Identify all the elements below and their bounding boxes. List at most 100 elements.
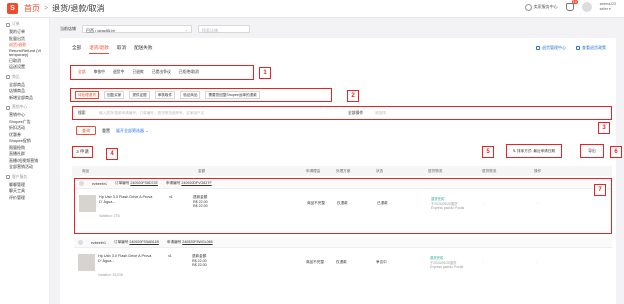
sidebar-group-products: 商品 全部商品 店铺商品 新增全部商品: [6, 75, 49, 102]
status-returning[interactable]: 退货中: [113, 70, 124, 75]
expand-filters-button[interactable]: 展开全部筛选器 ⌄: [116, 128, 148, 134]
policy-icon: [576, 46, 580, 50]
buyer-avatar: [78, 240, 83, 245]
chevron-down-icon: ⌄: [184, 27, 188, 32]
search-input[interactable]: 输入退货/退款申请编号、订单编号、退货物流追踪号、买家用户名: [97, 110, 269, 117]
annotation-label-3: 3: [598, 122, 610, 134]
bell-icon[interactable]: 19: [565, 0, 578, 11]
order-number-link[interactable]: 240920FS5AB11B: [129, 240, 159, 244]
col-amount: 金额: [198, 169, 206, 173]
action-review-pickup[interactable]: 审核取件: [154, 90, 176, 100]
return-center-link[interactable]: 退货管理中心: [536, 45, 566, 51]
shipping-cell: 退货完成 于2024/09/20退货 Express padrão Postal: [430, 256, 464, 270]
annotation-label-2: 2: [347, 90, 359, 102]
breadcrumb: 首页 > 退货/退款/取消: [24, 3, 105, 14]
sidebar-item-add-products[interactable]: 新增全部商品: [9, 95, 49, 102]
search-filter-bar: 搜索 输入退货/退款申请编号、订单编号、退货物流追踪号、买家用户名 全部操作 请…: [72, 106, 612, 120]
col-return-shipping-2: 退货物流: [482, 169, 497, 173]
product-name[interactable]: Hp Usb 3.0 Flash Drive A Prova D' Água..…: [99, 195, 155, 205]
breadcrumb-separator: >: [44, 5, 49, 12]
order-header: ezbeebr1 订单编号 240920FS5AB11B 申请编号 240920…: [74, 238, 612, 248]
action-provide-evidence[interactable]: 提供证据: [129, 90, 150, 100]
action-pending[interactable]: 待处理退货: [75, 90, 99, 100]
tab-return-refund[interactable]: 退货/退款: [89, 45, 109, 54]
status-cell: 已退款: [377, 201, 388, 205]
shop-search-input[interactable]: 搜索店铺: [198, 25, 250, 33]
status-reviewing[interactable]: 审核中: [94, 70, 105, 75]
status-all[interactable]: 全部: [78, 70, 86, 75]
tab-all[interactable]: 全部: [72, 45, 81, 54]
shop-select[interactable]: 巴西 / cirac55.br ⌄: [82, 25, 192, 33]
product-thumbnail[interactable]: [78, 254, 95, 271]
status-filter-bar: 全部 审核中 退货中 已退款 已提出争议 已拒绝/取消: [70, 65, 254, 80]
orders-icon: [6, 22, 10, 27]
type-label: 全部操作: [348, 110, 364, 115]
action-shopee-reply[interactable]: 需要您回复Shopee运单的退款: [205, 90, 260, 100]
buyer-name[interactable]: ezbeebr1: [91, 241, 106, 245]
col-solution: 处理方案: [336, 169, 351, 173]
shop-label: 当前店铺: [60, 26, 76, 31]
tab-cancel[interactable]: 取消: [117, 45, 126, 54]
shop-selector-row: 当前店铺 巴西 / cirac55.br ⌄ 搜索店铺: [60, 22, 620, 36]
table-row: ezbeebr1 订单编号 240920FS8D72E 申请编号 240920D…: [74, 178, 612, 234]
request-number-link[interactable]: 240920DFVG83TF: [181, 181, 211, 185]
sidebar-item-return-vi[interactable]: Return/Refund (VI temporary): [9, 48, 49, 58]
reason-cell: 商品不完整: [306, 260, 324, 264]
request-number-link[interactable]: 240920F5WGL065: [182, 240, 212, 244]
doc-icon: [536, 46, 540, 50]
tab-delivery-failed[interactable]: 配送失败: [134, 45, 152, 54]
breadcrumb-current: 退货/退款/取消: [52, 4, 105, 13]
sidebar-group-title: 营销中心: [6, 105, 49, 110]
action-reply-buyer[interactable]: 回复买家: [103, 90, 125, 100]
solution-cell: 仅退款: [336, 260, 347, 264]
sidebar-item-all-campaigns[interactable]: 全部营销活动: [9, 164, 49, 171]
product-thumbnail[interactable]: [79, 195, 96, 212]
top-bar: S 首页 > 退货/退款/取消 卖家服务中心 19 seema123 selle…: [0, 0, 624, 18]
product-name[interactable]: Hp Usb 3.0 Flash Drive A Prova D' Água..…: [98, 254, 154, 264]
buyer-avatar: [79, 181, 84, 186]
col-return-shipping: 退货物流: [428, 169, 443, 173]
order-number-label: 订单编号: [115, 181, 130, 185]
filter-buttons: 查询 重置 展开全部筛选器 ⌄: [76, 126, 148, 135]
status-disputed[interactable]: 已提出争议: [152, 70, 171, 75]
seller-service-link[interactable]: 卖家服务中心: [524, 3, 558, 11]
request-count: 3 申请: [72, 146, 93, 158]
search-button[interactable]: 查询: [76, 126, 96, 135]
action-verify-item[interactable]: 验证商品: [180, 90, 201, 100]
action-cell: -: [536, 260, 538, 264]
order-header: ezbeebr1 订单编号 240920FS8D72E 申请编号 240920D…: [75, 179, 611, 189]
avatar[interactable]: [581, 2, 592, 12]
marketing-icon: [6, 105, 10, 110]
reset-button[interactable]: 重置: [102, 128, 110, 134]
product-variation: Variation: 512GB: [98, 273, 123, 277]
buyer-name[interactable]: ezbeebr1: [92, 182, 107, 186]
export-button[interactable]: 导出: [580, 144, 604, 158]
status-rejected[interactable]: 已拒绝/取消: [179, 70, 199, 75]
main-tabs: 全部 退货/退款 取消 配送失败: [72, 45, 152, 54]
type-select[interactable]: 请选择: [373, 110, 433, 117]
sort-button[interactable]: ⇅ 排序方式: 最近申请日期: [506, 144, 562, 158]
product-qty: x1: [168, 254, 172, 258]
shopee-logo-icon[interactable]: S: [7, 3, 18, 14]
solution-cell: 仅退款: [337, 201, 348, 205]
annotation-label-6: 6: [610, 146, 622, 158]
request-number-label: 申请编号: [165, 181, 181, 185]
order-body: Hp Usb 3.0 Flash Drive A Prova D' Água..…: [75, 189, 611, 233]
breadcrumb-home[interactable]: 首页: [24, 3, 40, 14]
service-label: 卖家服务中心: [533, 4, 558, 9]
action-filter-bar: 待处理退货 回复买家 提供证据 审核取件 验证商品 需要您回复Shopee运单的…: [70, 88, 332, 102]
top-right-area: 卖家服务中心 19 seema123 seller ▾: [524, 0, 616, 12]
product-variation: Variation: 2TB: [99, 214, 120, 218]
col-product: 商品: [82, 169, 90, 173]
card-links: 退货管理中心 查看退货政策: [536, 45, 606, 51]
order-number-link[interactable]: 240920FS8D72E: [130, 181, 158, 185]
product-qty: x1: [169, 195, 173, 199]
user-menu[interactable]: seema123 seller ▾: [600, 2, 616, 12]
return-policy-link[interactable]: 查看退货政策: [576, 45, 606, 51]
sidebar-item-reviews[interactable]: 评价管理: [9, 195, 49, 202]
status-refunded[interactable]: 已退款: [132, 70, 143, 75]
shop-select-value: 巴西 / cirac55.br: [86, 27, 115, 33]
sidebar-group-marketing: 营销中心 营销中心 Shopee广告 折扣活动 优惠券 Shopee促销 限量抢…: [6, 105, 49, 171]
sidebar-item-shipping-settings[interactable]: 运送设置: [9, 64, 49, 71]
service-icon: [524, 3, 532, 11]
